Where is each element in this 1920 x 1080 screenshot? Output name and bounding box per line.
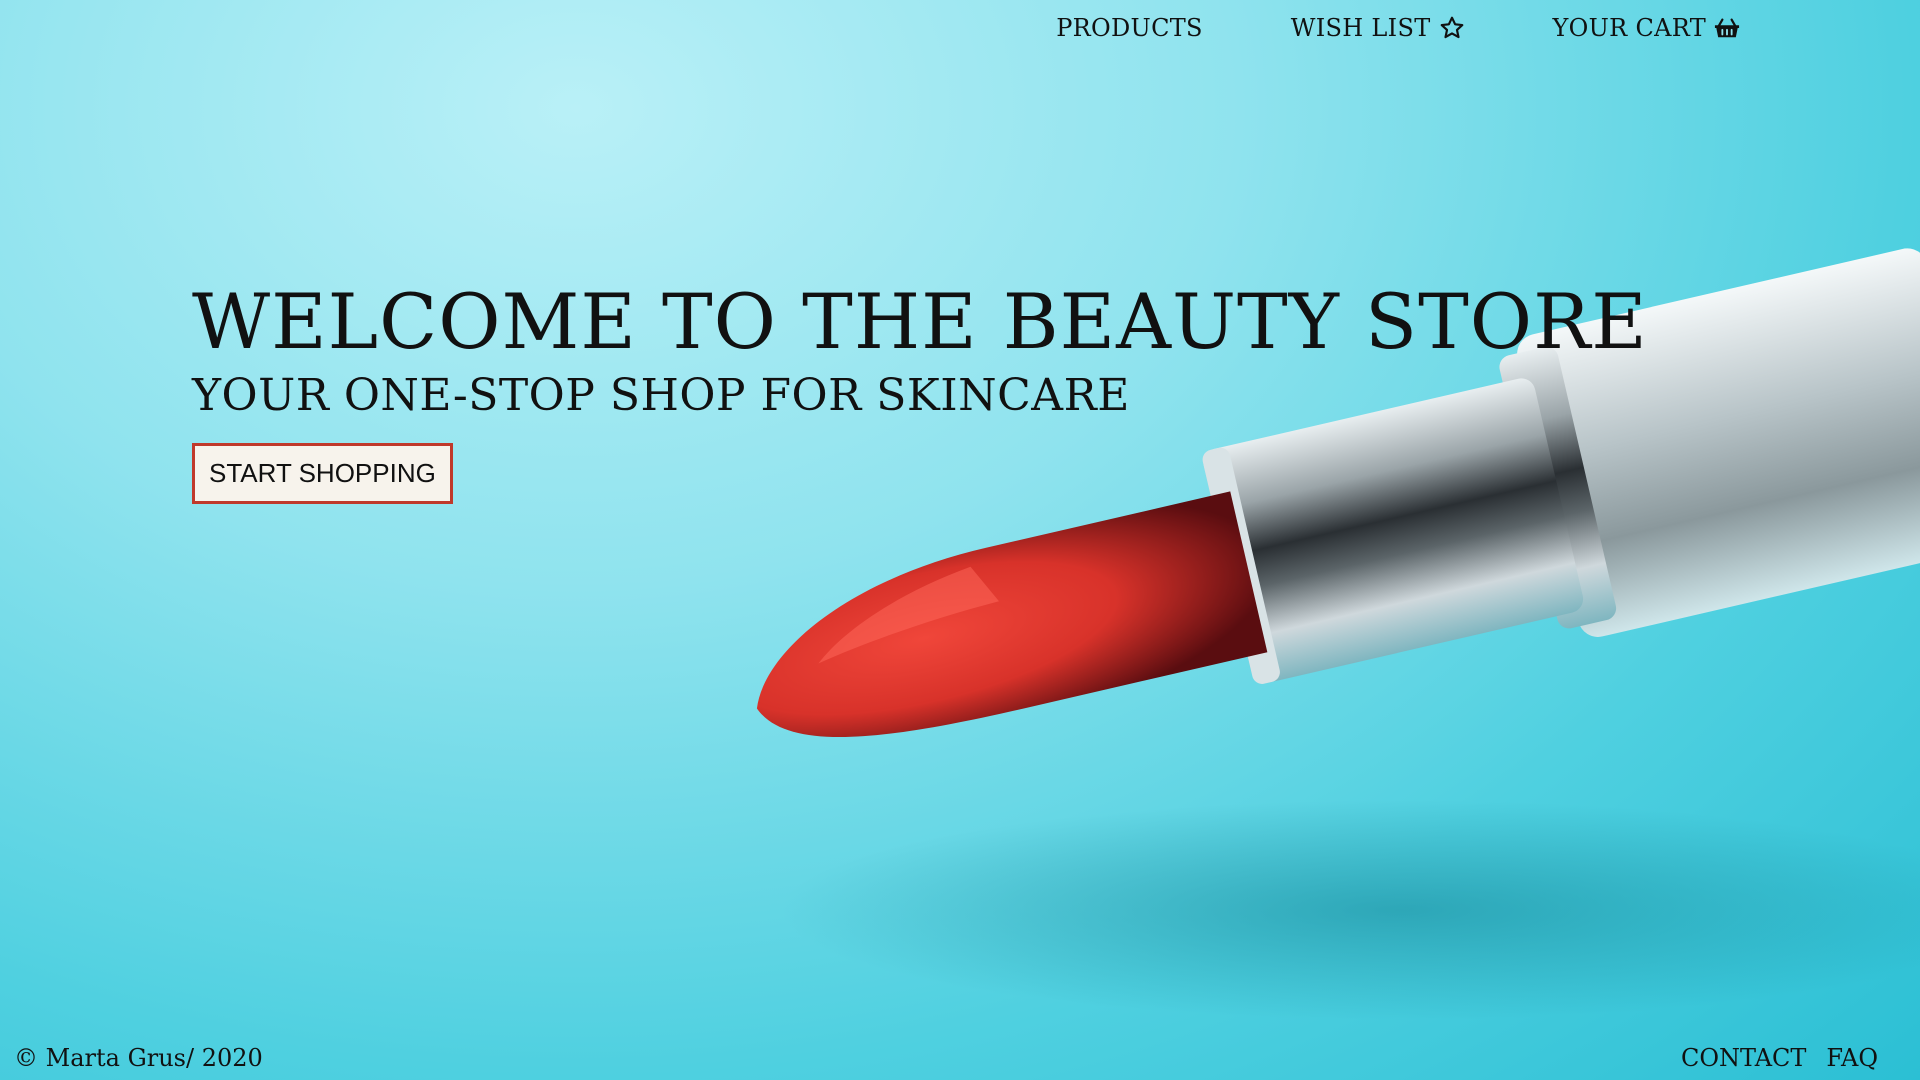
hero-subtitle: YOUR ONE-STOP SHOP FOR SKINCARE xyxy=(192,369,1130,421)
start-shopping-button[interactable]: START SHOPPING xyxy=(192,442,453,504)
nav-wishlist-link[interactable]: WISH LIST xyxy=(1291,14,1465,42)
hero-section: WELCOME TO THE BEAUTY STORE YOUR ONE-STO… xyxy=(192,280,1648,504)
nav-products-label: PRODUCTS xyxy=(1056,14,1203,42)
hero-title: WELCOME TO THE BEAUTY STORE xyxy=(192,277,1648,366)
footer-faq-link[interactable]: FAQ xyxy=(1826,1044,1878,1072)
nav-wishlist-label: WISH LIST xyxy=(1290,14,1431,42)
top-navigation: PRODUCTS WISH LIST YOUR CART xyxy=(1056,14,1740,42)
nav-products-link[interactable]: PRODUCTS xyxy=(1056,14,1203,42)
footer-contact-link[interactable]: CONTACT xyxy=(1681,1044,1806,1072)
copyright-text: © Marta Grus/ 2020 xyxy=(14,1044,263,1072)
nav-cart-link[interactable]: YOUR CART xyxy=(1553,14,1741,42)
footer-links: CONTACT FAQ xyxy=(1681,1044,1878,1072)
hero-background-image xyxy=(0,0,1920,1080)
nav-cart-label: YOUR CART xyxy=(1552,14,1706,42)
star-outline-icon xyxy=(1439,15,1465,41)
basket-icon xyxy=(1714,15,1740,41)
